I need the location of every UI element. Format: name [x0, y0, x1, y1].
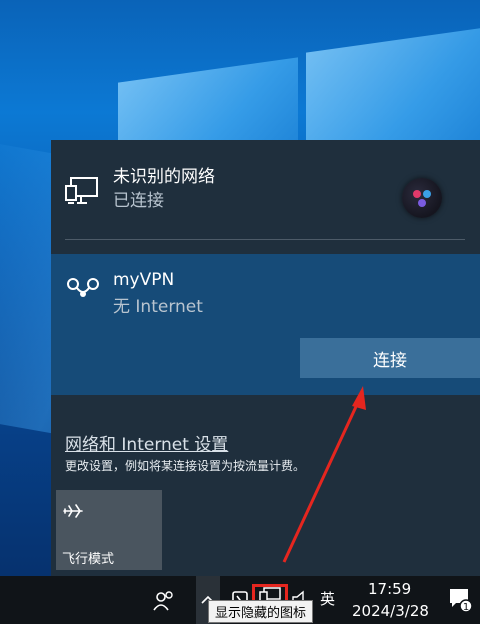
svg-text:1: 1	[463, 602, 469, 613]
network-name: myVPN	[113, 270, 175, 290]
network-status: 已连接	[113, 191, 164, 211]
input-method-indicator[interactable]: 英	[320, 588, 335, 609]
network-settings-link[interactable]: 网络和 Internet 设置	[65, 430, 228, 455]
clock-date[interactable]: 2024/3/28	[352, 602, 429, 620]
airplane-icon	[63, 504, 83, 518]
network-status: 无 Internet	[113, 297, 203, 317]
connect-button[interactable]: 连接	[300, 338, 480, 378]
notification-center-button[interactable]: 1	[448, 586, 473, 614]
airplane-mode-tile[interactable]: 飞行模式	[56, 490, 162, 570]
airplane-mode-label: 飞行模式	[62, 552, 115, 567]
people-icon[interactable]	[152, 590, 176, 612]
floating-assistant-icon[interactable]	[402, 178, 442, 218]
divider	[65, 239, 465, 240]
clock-time[interactable]: 17:59	[368, 580, 411, 598]
vpn-icon	[67, 278, 99, 297]
network-name: 未识别的网络	[113, 167, 215, 187]
notification-icon: 1	[450, 589, 473, 613]
settings-description: 更改设置，例如将某连接设置为按流量计费。	[65, 459, 306, 473]
wired-network-icon	[65, 177, 98, 204]
network-item-myvpn[interactable]: myVPN 无 Internet 连接	[51, 254, 480, 395]
tooltip-show-hidden-icons: 显示隐藏的图标	[208, 600, 314, 623]
